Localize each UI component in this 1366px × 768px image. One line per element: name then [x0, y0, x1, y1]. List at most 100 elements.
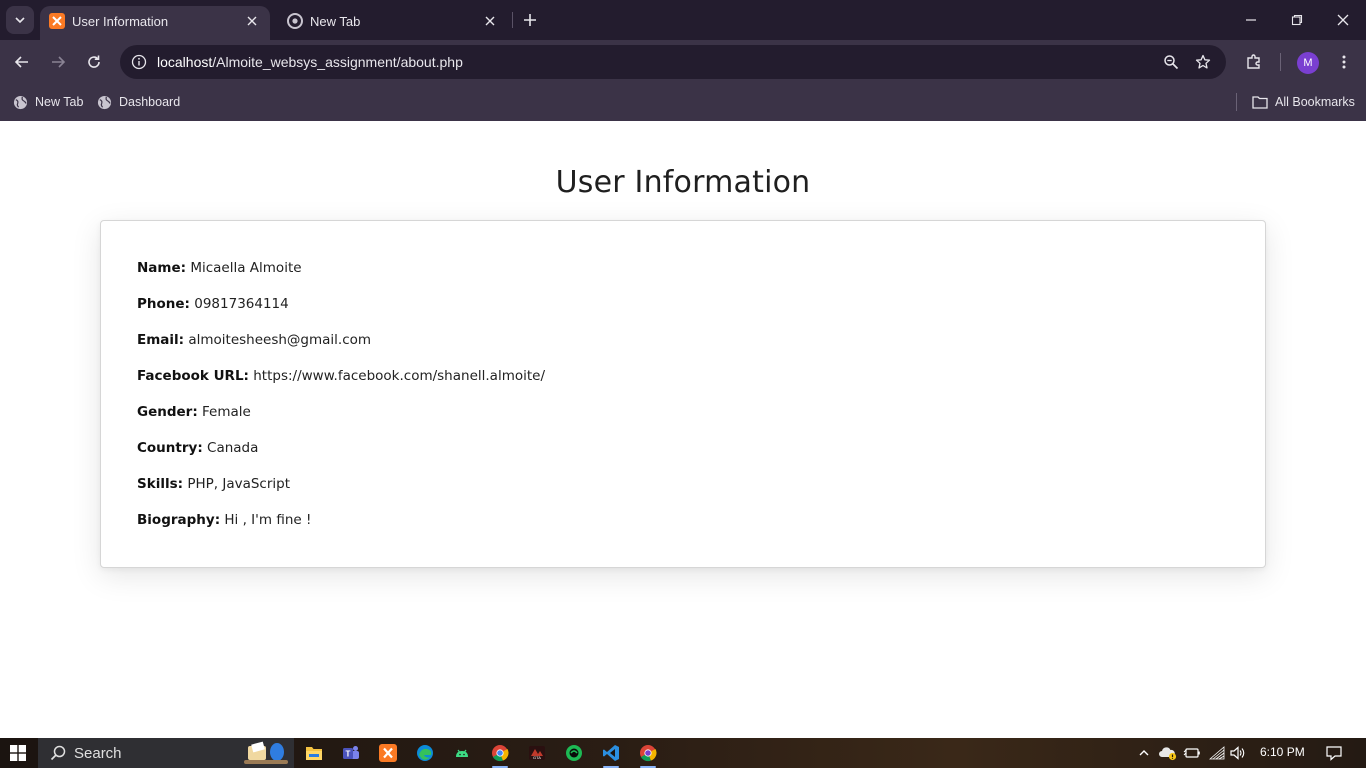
taskbar-search[interactable]: Search — [38, 738, 294, 768]
field-label: Gender: — [137, 404, 198, 420]
tab-separator — [512, 12, 513, 28]
profile-avatar[interactable]: M — [1297, 52, 1319, 74]
info-row-email: Email: almoitesheesh@gmail.com — [137, 332, 371, 348]
url-text: localhost/Almoite_websys_assignment/abou… — [157, 54, 463, 70]
tab-user-information[interactable]: User Information — [40, 6, 270, 40]
chrome-alt-icon[interactable] — [636, 741, 660, 765]
info-row-gender: Gender: Female — [137, 404, 251, 420]
field-label: Biography: — [137, 512, 221, 528]
volume-icon[interactable] — [1226, 741, 1250, 765]
all-bookmarks-button[interactable]: All Bookmarks — [1252, 92, 1355, 112]
close-icon — [1337, 14, 1349, 26]
info-row-name: Name: Micaella Almoite — [137, 260, 302, 276]
teams-icon[interactable]: T — [339, 741, 363, 765]
browser-toolbar: localhost/Almoite_websys_assignment/abou… — [0, 40, 1366, 84]
onedrive-warning-icon[interactable] — [1156, 741, 1180, 765]
search-icon — [50, 745, 66, 761]
svg-text:GTA: GTA — [533, 755, 541, 760]
field-label: Phone: — [137, 296, 190, 312]
close-icon[interactable] — [480, 11, 500, 31]
forward-button[interactable] — [45, 49, 71, 75]
notification-icon[interactable] — [1322, 741, 1346, 765]
restore-icon — [1291, 14, 1303, 26]
folder-icon — [1252, 94, 1268, 110]
bookmark-star-icon[interactable] — [1192, 51, 1214, 73]
reload-button[interactable] — [81, 49, 107, 75]
new-tab-button[interactable] — [518, 8, 542, 32]
windows-logo-icon — [10, 745, 26, 761]
chevron-up-icon[interactable] — [1132, 741, 1156, 765]
svg-text:T: T — [346, 750, 351, 759]
globe-icon — [12, 94, 28, 110]
extensions-button[interactable] — [1241, 49, 1267, 75]
close-window-button[interactable] — [1320, 0, 1366, 40]
edge-icon[interactable] — [413, 741, 437, 765]
xampp-icon[interactable] — [376, 741, 400, 765]
field-label: Email: — [137, 332, 185, 348]
url-host: localhost — [157, 54, 213, 70]
battery-icon[interactable] — [1180, 741, 1204, 765]
field-value: Hi , I'm fine ! — [224, 512, 312, 528]
field-label: Name: — [137, 260, 187, 276]
site-info-icon[interactable] — [128, 51, 150, 73]
arrow-right-icon — [52, 56, 66, 68]
field-value: almoitesheesh@gmail.com — [188, 332, 372, 348]
info-row-skills: Skills: PHP, JavaScript — [137, 476, 290, 492]
field-value: Canada — [207, 440, 259, 456]
field-value: PHP, JavaScript — [187, 476, 291, 492]
vscode-icon[interactable] — [599, 741, 623, 765]
tab-strip: User Information New Tab — [0, 0, 1366, 40]
clock[interactable]: 6:10 PM — [1260, 745, 1305, 759]
field-label: Skills: — [137, 476, 184, 492]
chrome-icon — [287, 13, 303, 29]
url-path: /Almoite_websys_assignment/about.php — [212, 54, 463, 70]
bookmarks-bar: New Tab Dashboard All Bookmarks — [0, 84, 1366, 121]
back-button[interactable] — [9, 49, 35, 75]
minimize-icon — [1246, 19, 1256, 21]
info-row-country: Country: Canada — [137, 440, 258, 456]
field-label: Country: — [137, 440, 203, 456]
tab-search-button[interactable] — [6, 6, 34, 34]
field-value: https://www.facebook.com/shanell.almoite… — [253, 368, 545, 384]
chevron-down-icon — [15, 17, 25, 24]
info-row-phone: Phone: 09817364114 — [137, 296, 289, 312]
file-explorer-icon[interactable] — [302, 741, 326, 765]
arrow-left-icon — [14, 56, 28, 68]
more-vertical-icon — [1342, 55, 1346, 69]
all-bookmarks-label: All Bookmarks — [1275, 95, 1355, 109]
user-info-card: Name: Micaella Almoite Phone: 0981736411… — [100, 220, 1266, 568]
browser-menu-button[interactable] — [1331, 49, 1357, 75]
page-viewport: User Information Name: Micaella Almoite … — [0, 121, 1366, 738]
bookmarks-separator — [1236, 93, 1237, 111]
tab-new-tab[interactable]: New Tab — [278, 6, 508, 40]
address-bar[interactable]: localhost/Almoite_websys_assignment/abou… — [120, 45, 1226, 79]
info-row-biography: Biography: Hi , I'm fine ! — [137, 512, 311, 528]
field-label: Facebook URL: — [137, 368, 249, 384]
zoom-icon[interactable] — [1160, 51, 1182, 73]
search-highlight-icon — [244, 741, 288, 764]
restore-button[interactable] — [1274, 0, 1320, 40]
field-value: Female — [202, 404, 251, 420]
bookmark-dashboard[interactable]: Dashboard — [96, 92, 180, 112]
minimize-button[interactable] — [1228, 0, 1274, 40]
plus-icon — [524, 14, 536, 26]
tab-title: User Information — [72, 14, 169, 29]
tab-title: New Tab — [310, 14, 361, 29]
bookmark-new-tab[interactable]: New Tab — [12, 92, 83, 112]
xampp-icon — [49, 13, 65, 29]
globe-icon — [96, 94, 112, 110]
bookmark-label: New Tab — [35, 95, 84, 109]
bookmark-label: Dashboard — [119, 95, 181, 109]
reload-icon — [88, 55, 100, 68]
field-value: Micaella Almoite — [190, 260, 302, 276]
start-button[interactable] — [6, 741, 30, 765]
page-title: User Information — [555, 165, 811, 200]
game-icon[interactable]: GTA — [525, 741, 549, 765]
toolbar-separator — [1280, 53, 1281, 71]
chrome-icon[interactable] — [488, 741, 512, 765]
windows-taskbar: Search T GTA 6:10 PM — [0, 738, 1366, 768]
android-studio-icon[interactable] — [450, 741, 474, 765]
field-value: 09817364114 — [194, 296, 289, 312]
green-app-icon[interactable] — [562, 741, 586, 765]
close-icon[interactable] — [242, 11, 262, 31]
